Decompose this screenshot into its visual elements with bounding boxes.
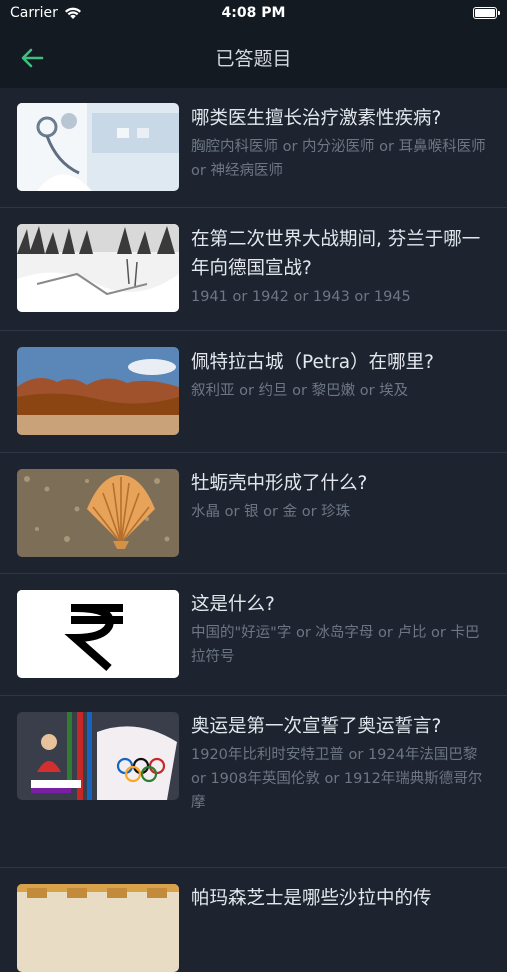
question-text: 这是什么? xyxy=(191,594,275,615)
question-thumbnail xyxy=(17,224,179,312)
cheese-market-image xyxy=(17,884,179,972)
question-text: 奥运是第一次宣誓了奥运誓言? xyxy=(191,716,442,737)
list-item[interactable]: 哪类医生擅长治疗激素性疾病? 胸腔内科医师 or 内分泌医师 or 耳鼻喉科医师… xyxy=(0,88,507,208)
answer-options: 1920年比利时安特卫普 or 1924年法国巴黎 or 1908年英国伦敦 o… xyxy=(191,747,483,811)
page-title: 已答题目 xyxy=(215,48,292,70)
answer-options: 中国的"好运"字 or 冰岛字母 or 卢比 or 卡巴拉符号 xyxy=(191,625,480,665)
navigation-bar: 已答题目 xyxy=(0,28,507,88)
list-item[interactable]: 牡蛎壳中形成了什么? 水晶 or 银 or 金 or 珍珠 xyxy=(0,453,507,574)
status-bar: Carrier 4:08 PM xyxy=(0,0,507,28)
answer-options: 胸腔内科医师 or 内分泌医师 or 耳鼻喉科医师 or 神经病医师 xyxy=(191,139,486,179)
desert-rocks-image xyxy=(17,347,179,435)
question-text: 帕玛森芝士是哪些沙拉中的传 xyxy=(191,888,432,909)
question-thumbnail xyxy=(17,469,179,557)
list-item[interactable]: 这是什么? 中国的"好运"字 or 冰岛字母 or 卢比 or 卡巴拉符号 xyxy=(0,574,507,696)
question-thumbnail xyxy=(17,103,179,191)
answer-options: 叙利亚 or 约旦 or 黎巴嫩 or 埃及 xyxy=(191,383,409,399)
olympic-flag-image xyxy=(17,712,179,800)
doctor-stethoscope-image xyxy=(17,103,179,191)
question-text: 佩特拉古城（Petra）在哪里? xyxy=(191,352,434,373)
question-thumbnail xyxy=(17,590,179,678)
question-thumbnail xyxy=(17,347,179,435)
answer-options: 水晶 or 银 or 金 or 珍珠 xyxy=(191,504,351,520)
question-text: 在第二次世界大战期间, 芬兰于哪一年向德国宣战? xyxy=(191,229,481,279)
seashell-sand-image xyxy=(17,469,179,557)
list-item[interactable]: 帕玛森芝士是哪些沙拉中的传 xyxy=(0,868,507,972)
rupee-symbol-image xyxy=(17,590,179,678)
question-thumbnail xyxy=(17,712,179,800)
list-item[interactable]: 奥运是第一次宣誓了奥运誓言? 1920年比利时安特卫普 or 1924年法国巴黎… xyxy=(0,696,507,868)
winter-forest-image xyxy=(17,224,179,312)
question-text: 牡蛎壳中形成了什么? xyxy=(191,473,368,494)
list-item[interactable]: 在第二次世界大战期间, 芬兰于哪一年向德国宣战? 1941 or 1942 or… xyxy=(0,208,507,331)
question-text: 哪类医生擅长治疗激素性疾病? xyxy=(191,108,442,129)
status-time: 4:08 PM xyxy=(221,5,286,21)
question-thumbnail xyxy=(17,884,179,972)
answer-options: 1941 or 1942 or 1943 or 1945 xyxy=(191,289,411,305)
answered-questions-list: 哪类医生擅长治疗激素性疾病? 胸腔内科医师 or 内分泌医师 or 耳鼻喉科医师… xyxy=(0,88,507,972)
list-item[interactable]: 佩特拉古城（Petra）在哪里? 叙利亚 or 约旦 or 黎巴嫩 or 埃及 xyxy=(0,331,507,453)
battery-icon xyxy=(473,7,500,19)
